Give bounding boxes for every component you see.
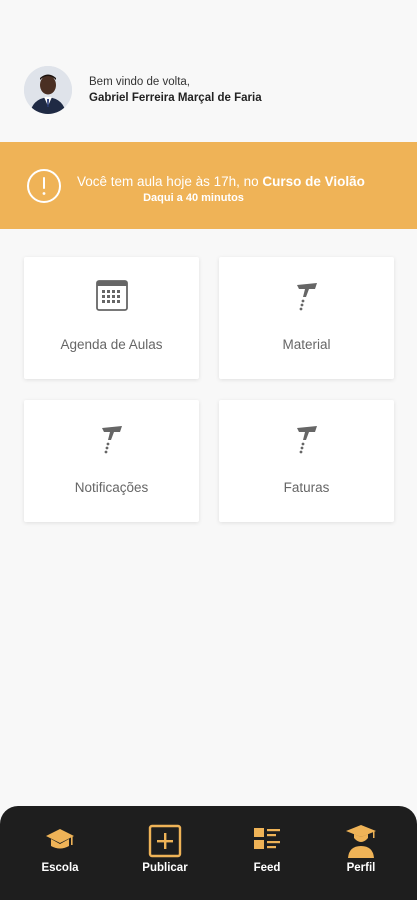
- nav-item-perfil[interactable]: Perfil: [321, 824, 401, 888]
- nav-label: Perfil: [346, 862, 376, 874]
- banner-countdown: Daqui a 40 minutos: [143, 192, 244, 204]
- placeholder-icon: [101, 426, 122, 454]
- card-agenda-de-aulas[interactable]: Agenda de Aulas: [24, 257, 199, 379]
- user-name: Gabriel Ferreira Marçal de Faria: [89, 92, 262, 104]
- nav-label: Publicar: [142, 862, 188, 874]
- card-notificacoes[interactable]: Notificações: [24, 400, 199, 522]
- welcome-header: Bem vindo de volta, Gabriel Ferreira Mar…: [0, 60, 417, 120]
- bottom-navigation: Escola Publicar Feed Perfil: [0, 806, 417, 900]
- greeting-block: Bem vindo de volta, Gabriel Ferreira Mar…: [89, 74, 262, 106]
- nav-item-publicar[interactable]: Publicar: [125, 824, 205, 888]
- nav-label: Feed: [253, 862, 281, 874]
- avatar-photo: [24, 66, 72, 114]
- placeholder-icon: [296, 426, 317, 454]
- nav-item-escola[interactable]: Escola: [20, 824, 100, 888]
- banner-course-name: Curso de Violão: [262, 174, 365, 189]
- placeholder-icon: [296, 283, 317, 311]
- add-square-icon: [148, 824, 182, 858]
- card-label: Faturas: [283, 480, 330, 495]
- class-reminder-banner[interactable]: Você tem aula hoje às 17h, no Curso de V…: [0, 142, 417, 229]
- card-label: Agenda de Aulas: [60, 337, 163, 352]
- card-label: Notificações: [74, 480, 149, 495]
- banner-message: Você tem aula hoje às 17h, no Curso de V…: [77, 174, 365, 189]
- card-label: Material: [282, 337, 331, 352]
- graduate-profile-icon: [346, 825, 376, 858]
- greeting-text: Bem vindo de volta,: [89, 76, 191, 88]
- card-material[interactable]: Material: [219, 257, 394, 379]
- nav-item-feed[interactable]: Feed: [227, 824, 307, 888]
- calendar-icon: [95, 280, 128, 311]
- card-faturas[interactable]: Faturas: [219, 400, 394, 522]
- nav-label: Escola: [41, 862, 79, 874]
- banner-message-prefix: Você tem aula hoje às 17h, no: [77, 174, 263, 189]
- alert-circle-icon: [27, 169, 61, 203]
- school-icon: [46, 829, 74, 849]
- avatar[interactable]: [24, 66, 72, 114]
- feed-list-icon: [254, 828, 280, 849]
